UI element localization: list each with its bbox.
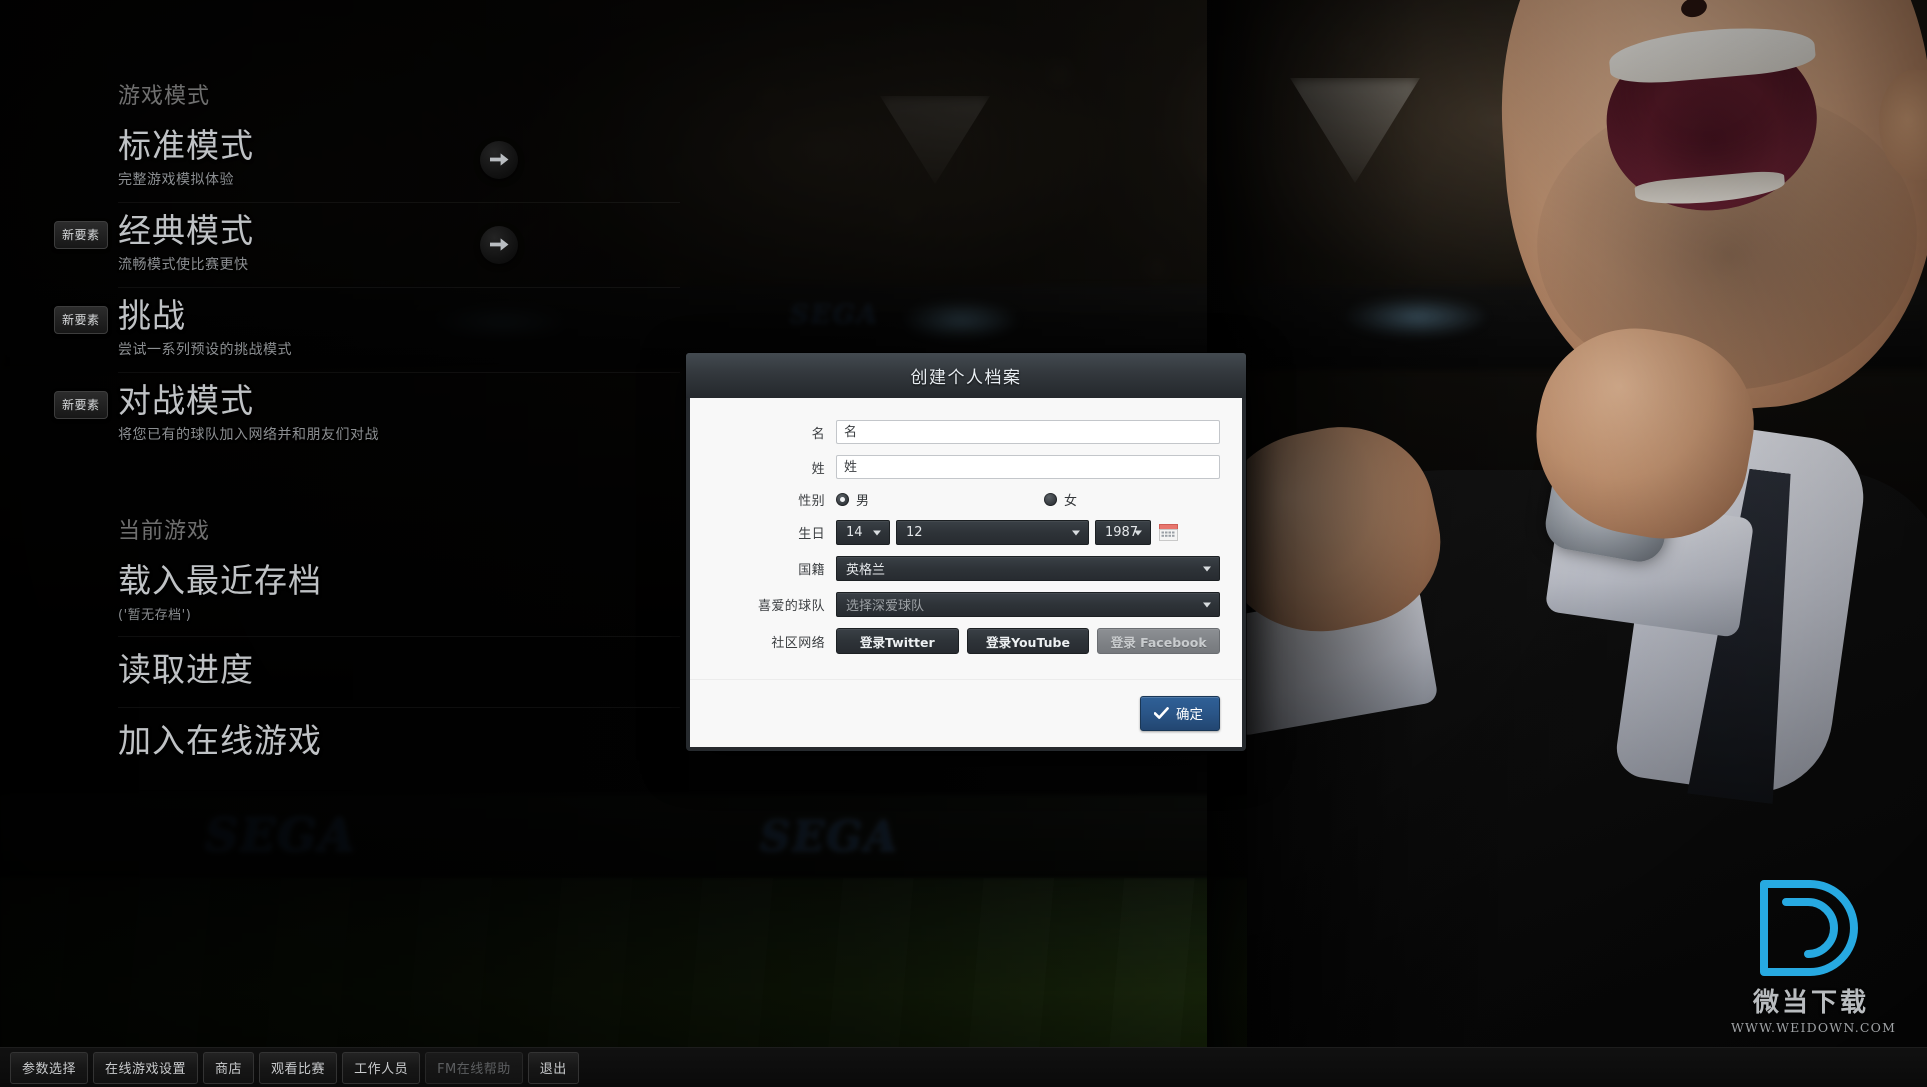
social-network-control: 登录Twitter 登录YouTube 登录 Facebook [836, 628, 1221, 654]
menu-item-title: 读取进度 [118, 649, 254, 689]
confirm-button[interactable]: 确定 [1140, 696, 1220, 731]
advert-glow [900, 300, 1020, 340]
favourite-team-select[interactable]: 选择深爱球队 [836, 592, 1220, 617]
chevron-down-icon [873, 530, 881, 535]
form-row-social-network: 社区网络 登录Twitter 登录YouTube 登录 Facebook [712, 628, 1221, 654]
last-name-label: 姓 [811, 461, 825, 477]
new-feature-badge: 新要素 [54, 305, 108, 334]
birthday-day-select[interactable]: 14 [836, 520, 890, 545]
birthday-day-value: 14 [846, 525, 863, 540]
menu-item-subtitle: ('暂无存档') [118, 607, 192, 623]
menu-group-game-modes: 标准模式 完整游戏模拟体验 新要素 经典模式 流畅模式使比赛更快 新要素 挑战 … [54, 118, 680, 457]
sega-logo: SEGA [790, 300, 879, 330]
menu-item-title: 载入最近存档 [118, 560, 322, 600]
first-name-control [836, 420, 1220, 444]
menu-item-subtitle: 尝试一系列预设的挑战模式 [118, 341, 292, 358]
menu-item-classic-mode[interactable]: 新要素 经典模式 流畅模式使比赛更快 [54, 203, 680, 288]
menu-item-title: 对战模式 [118, 380, 254, 420]
first-name-input[interactable] [836, 420, 1220, 444]
toolbar-button-fm-online-help: FM在线帮助 [425, 1051, 523, 1084]
menu-group-current-game: 载入最近存档 ('暂无存档') 读取进度 加入在线游戏 [118, 553, 680, 778]
go-arrow-icon[interactable] [480, 140, 518, 179]
last-name-control [836, 455, 1220, 479]
dialog-title: 创建个人档案 [910, 368, 1022, 388]
birthday-label: 生日 [798, 527, 825, 542]
menu-item-subtitle: 流畅模式使比赛更快 [118, 256, 249, 273]
toolbar-button-watch-match[interactable]: 观看比赛 [259, 1051, 338, 1084]
sega-logo: SEGA [205, 808, 357, 862]
first-name-label: 名 [811, 426, 825, 442]
chevron-down-icon [1203, 566, 1211, 571]
new-feature-badge: 新要素 [54, 390, 108, 419]
confirm-button-label: 确定 [1176, 707, 1203, 723]
nationality-value: 英格兰 [846, 563, 886, 578]
new-feature-badge: 新要素 [54, 220, 108, 249]
social-network-label: 社区网络 [771, 635, 825, 651]
favourite-team-control: 选择深爱球队 [836, 592, 1220, 617]
menu-item-load-latest-save[interactable]: 载入最近存档 ('暂无存档') [118, 553, 680, 637]
calendar-icon[interactable] [1159, 524, 1178, 541]
main-menu: 游戏模式 标准模式 完整游戏模拟体验 新要素 经典模式 流畅模式使比赛更快 新要… [0, 0, 680, 778]
birthday-year-select[interactable]: 1987 [1095, 520, 1151, 545]
chevron-down-icon [1134, 530, 1142, 535]
menu-section-title-game-modes: 游戏模式 [118, 84, 211, 109]
nationality-control: 英格兰 [836, 556, 1220, 581]
toolbar-button-online-game-settings[interactable]: 在线游戏设置 [93, 1051, 199, 1084]
toolbar-button-staff[interactable]: 工作人员 [342, 1051, 421, 1084]
game-main-menu-screen: SEGA SEGA SEGA 游戏模式 标准模式 完整游戏模拟体验 新要素 经典… [0, 0, 1927, 1087]
login-youtube-button[interactable]: 登录YouTube [966, 628, 1090, 654]
menu-item-title: 挑战 [118, 295, 186, 335]
form-row-nationality: 国籍 英格兰 [712, 556, 1220, 581]
dialog-footer: 确定 [690, 679, 1242, 747]
nationality-select[interactable]: 英格兰 [836, 556, 1220, 581]
radio-selected-icon [836, 493, 849, 506]
photo-fade-overlay [1207, 0, 1927, 1087]
menu-item-title: 加入在线游戏 [118, 720, 322, 760]
toolbar-button-preferences[interactable]: 参数选择 [10, 1051, 89, 1084]
birthday-month-select[interactable]: 12 [896, 520, 1089, 545]
gender-control: 男 女 [836, 490, 1220, 509]
go-arrow-icon[interactable] [480, 225, 518, 264]
sega-logo: SEGA [760, 812, 899, 861]
gender-radio-female[interactable]: 女 [1044, 490, 1077, 509]
check-icon [1154, 706, 1169, 719]
menu-item-load-progress[interactable]: 读取进度 [118, 637, 680, 708]
form-row-last-name: 姓 [712, 455, 1220, 479]
toolbar-button-exit[interactable]: 退出 [527, 1051, 579, 1084]
gender-radio-male[interactable]: 男 [836, 490, 869, 509]
toolbar-button-store[interactable]: 商店 [203, 1051, 255, 1084]
create-profile-dialog: 创建个人档案 名 姓 性别 [686, 353, 1246, 751]
bottom-toolbar: 参数选择 在线游戏设置 商店 观看比赛 工作人员 FM在线帮助 退出 [0, 1047, 1927, 1087]
favourite-team-label: 喜爱的球队 [757, 599, 825, 614]
menu-item-title: 标准模式 [118, 126, 254, 165]
menu-section-title-current-game: 当前游戏 [118, 518, 211, 544]
dialog-body: 名 姓 性别 男 [690, 398, 1242, 679]
form-row-gender: 性别 男 女 [712, 490, 1220, 509]
form-row-favourite-team: 喜爱的球队 选择深爱球队 [712, 592, 1220, 617]
nationality-label: 国籍 [798, 563, 825, 578]
birthday-month-value: 12 [906, 525, 923, 540]
form-row-first-name: 名 [712, 420, 1220, 444]
menu-item-challenge[interactable]: 新要素 挑战 尝试一系列预设的挑战模式 [54, 288, 680, 373]
menu-item-title: 经典模式 [118, 210, 254, 250]
login-twitter-button[interactable]: 登录Twitter [836, 628, 959, 654]
login-facebook-button: 登录 Facebook [1097, 628, 1221, 654]
chevron-down-icon [1072, 530, 1080, 535]
menu-item-subtitle: 完整游戏模拟体验 [118, 171, 234, 188]
celebrating-man-photo [1198, 0, 1927, 1087]
last-name-input[interactable] [836, 455, 1220, 479]
chevron-down-icon [1203, 602, 1211, 607]
menu-item-join-online-game[interactable]: 加入在线游戏 [118, 708, 680, 778]
gender-label: 性别 [798, 494, 825, 509]
menu-item-subtitle: 将您已有的球队加入网络并和朋友们对战 [118, 426, 379, 443]
favourite-team-value: 选择深爱球队 [846, 599, 925, 614]
gender-male-label: 男 [856, 494, 870, 509]
birthday-control: 14 12 1987 [836, 520, 1220, 545]
menu-item-standard-mode[interactable]: 标准模式 完整游戏模拟体验 [118, 118, 680, 203]
radio-unselected-icon [1044, 493, 1058, 506]
gender-female-label: 女 [1064, 494, 1078, 509]
form-row-birthday: 生日 14 12 1987 [712, 520, 1220, 545]
menu-item-versus-mode[interactable]: 新要素 对战模式 将您已有的球队加入网络并和朋友们对战 [54, 373, 680, 457]
dialog-titlebar: 创建个人档案 [686, 353, 1246, 398]
